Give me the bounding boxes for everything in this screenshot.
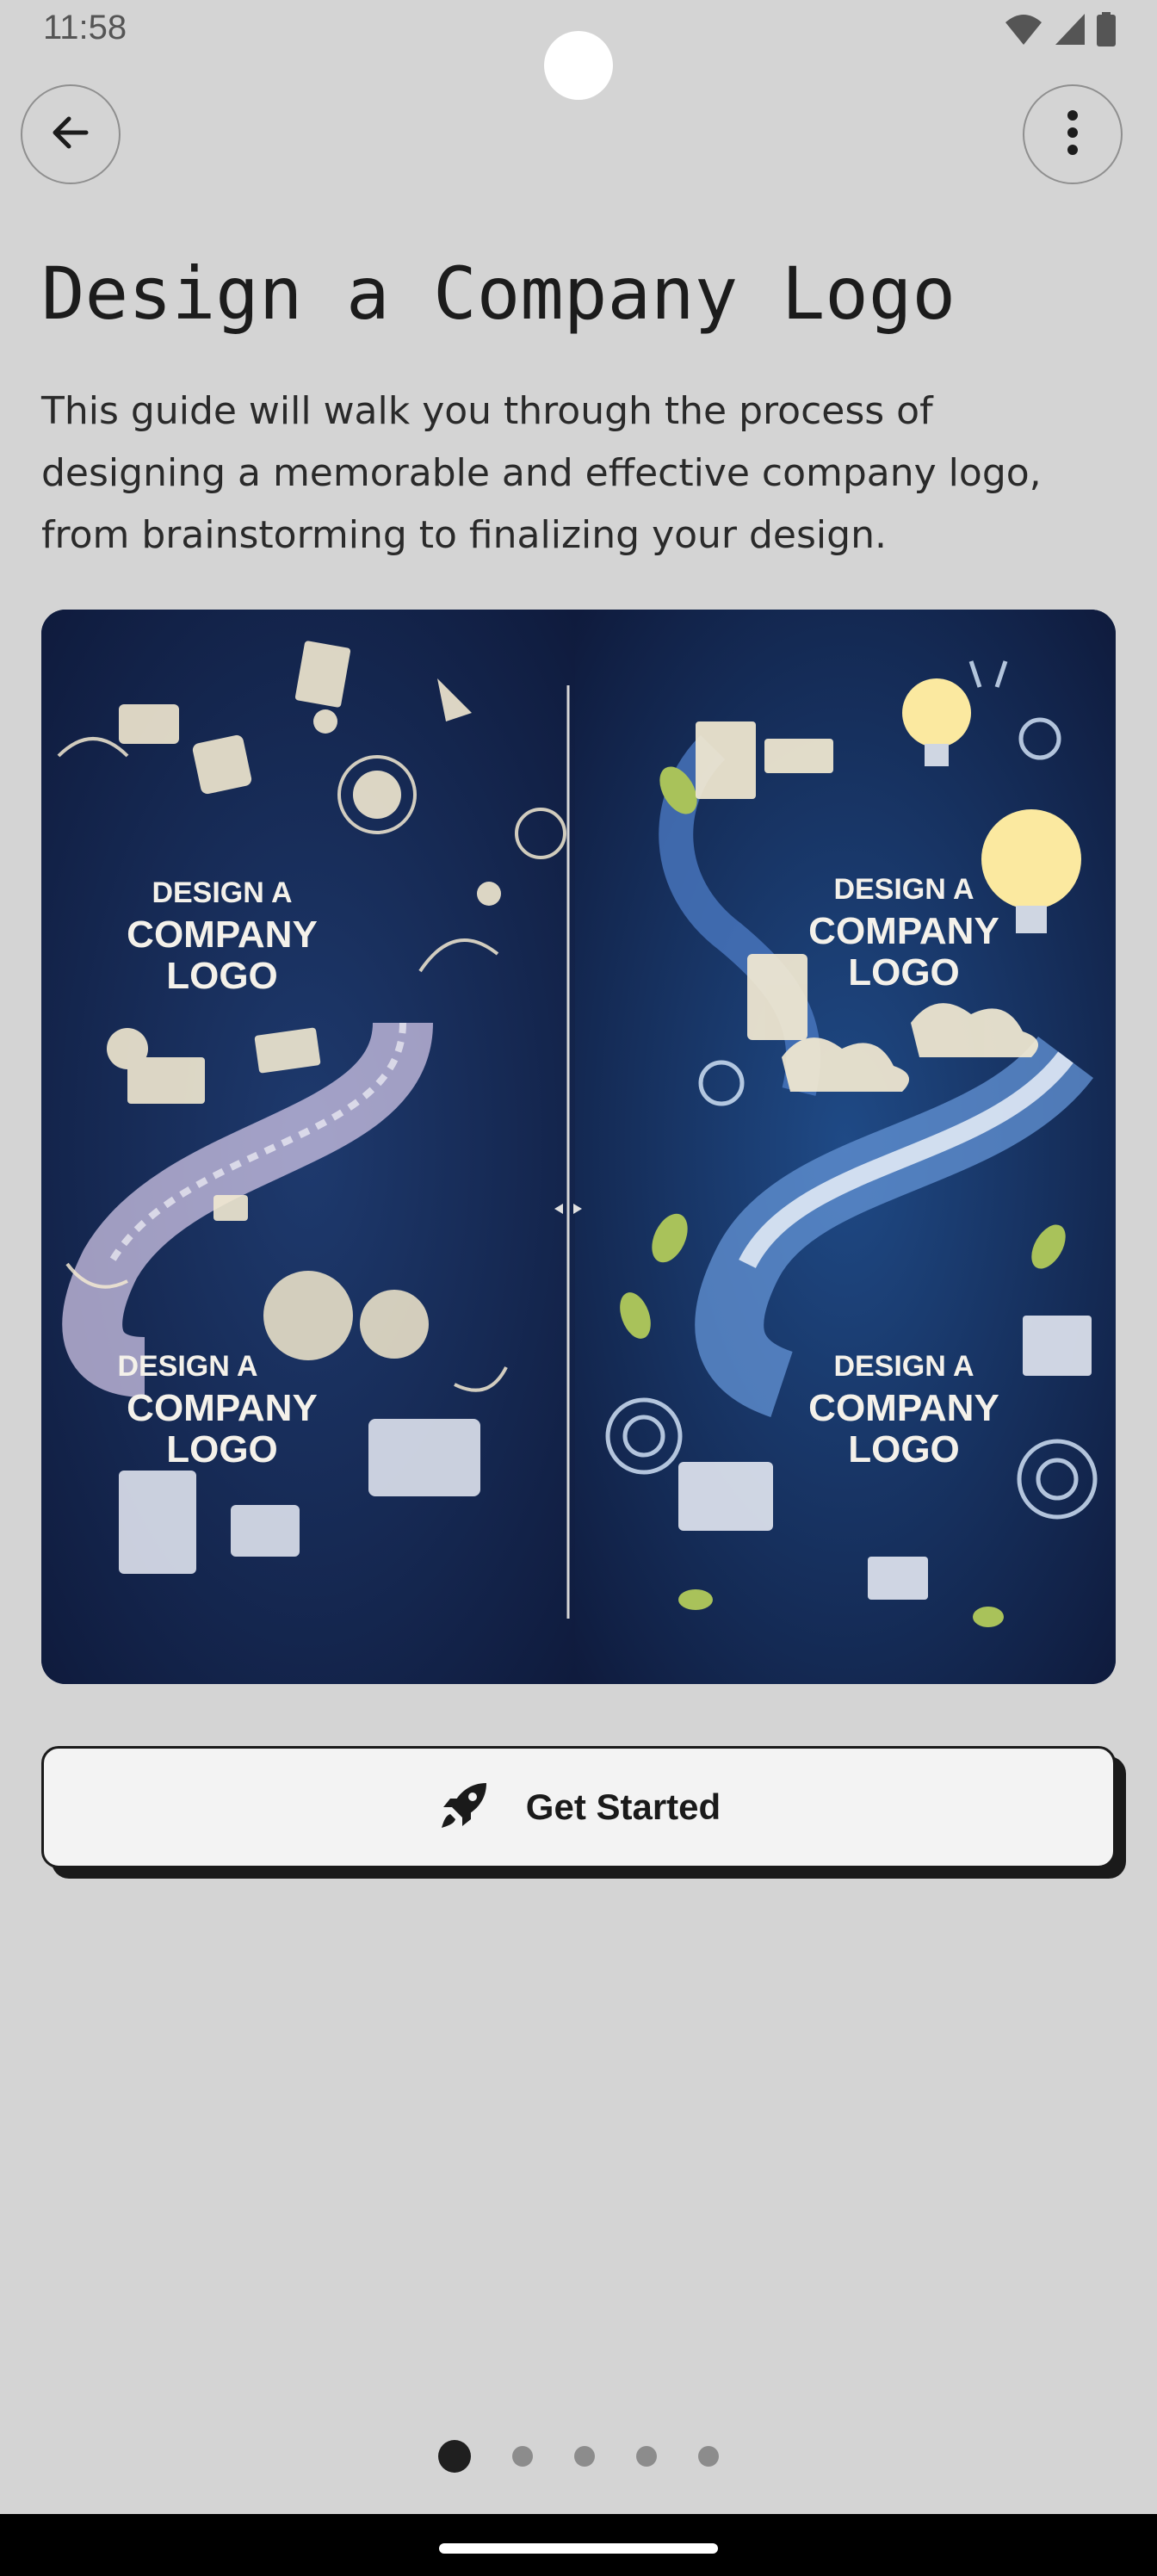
get-started-label: Get Started <box>525 1786 721 1827</box>
hero-svg: DESIGN A COMPANY LOGO DESIGN A COMPANY L… <box>41 610 1116 1684</box>
camera-cutout <box>544 31 613 100</box>
battery-icon <box>1097 12 1116 50</box>
panel-right-bottom-line2: COMPANY <box>808 1387 999 1429</box>
signal-icon <box>1054 12 1086 50</box>
page-description: This guide will walk you through the pro… <box>41 389 1042 557</box>
page-dot-2[interactable] <box>512 2446 533 2467</box>
page-dot-5[interactable] <box>698 2446 719 2467</box>
wifi-icon <box>1004 12 1043 50</box>
panel-left-top-line2: COMPANY <box>127 913 318 956</box>
more-options-button[interactable] <box>1023 84 1123 184</box>
back-button[interactable] <box>21 84 121 184</box>
panel-right-top-line2: COMPANY <box>808 910 999 952</box>
page-dot-1[interactable] <box>438 2440 471 2473</box>
panel-left-top-line3: LOGO <box>166 955 278 997</box>
panel-right-top-line1: DESIGN A <box>833 873 974 906</box>
system-navigation-bar <box>0 2514 1157 2576</box>
page-dot-4[interactable] <box>636 2446 657 2467</box>
page-title: Design a Company Logo <box>41 251 956 336</box>
panel-right-top-line3: LOGO <box>848 951 960 994</box>
panel-left-bottom-line3: LOGO <box>166 1428 278 1471</box>
panel-left-bottom-line2: COMPANY <box>127 1387 318 1429</box>
more-vertical-icon <box>1066 108 1080 160</box>
status-bar: 11:58 <box>0 0 1157 100</box>
panel-right-bottom-line3: LOGO <box>848 1428 960 1471</box>
page-indicator <box>0 2440 1157 2473</box>
get-started-button[interactable]: Get Started <box>41 1746 1116 1868</box>
rocket-icon <box>436 1778 492 1836</box>
status-icons <box>1004 12 1116 50</box>
home-gesture-handle[interactable] <box>439 2543 718 2554</box>
panel-right-bottom-line1: DESIGN A <box>833 1350 974 1383</box>
panel-left-bottom-line1: DESIGN A <box>117 1350 257 1383</box>
status-time: 11:58 <box>43 9 127 46</box>
page-dot-3[interactable] <box>574 2446 595 2467</box>
arrow-left-icon <box>48 110 93 158</box>
hero-illustration: DESIGN A COMPANY LOGO DESIGN A COMPANY L… <box>41 610 1116 1684</box>
panel-left-top-line1: DESIGN A <box>152 876 292 909</box>
